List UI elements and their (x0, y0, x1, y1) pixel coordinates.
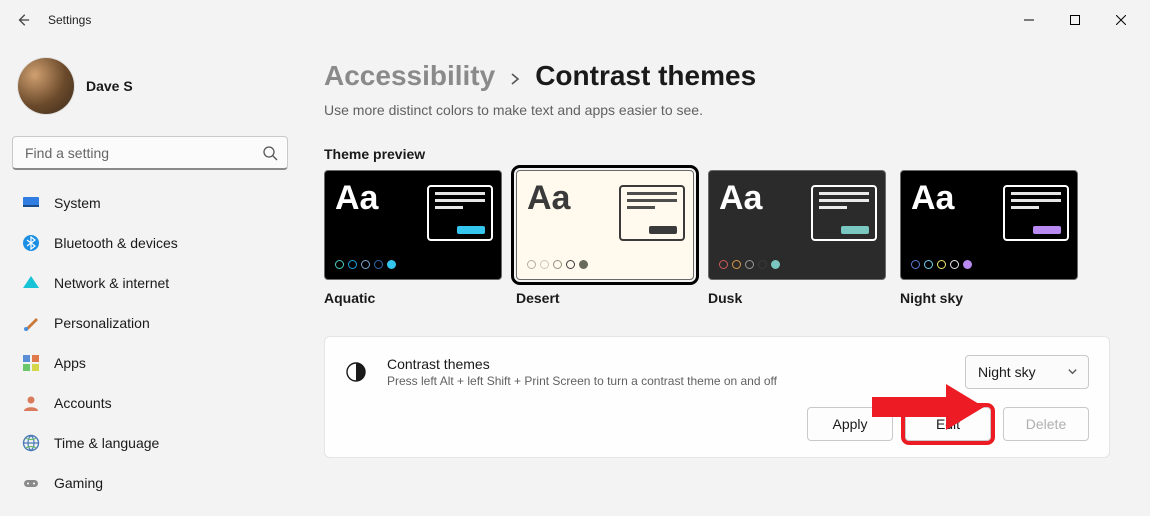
user-row[interactable]: Dave S (12, 44, 288, 136)
theme-select-value: Night sky (978, 364, 1036, 380)
theme-color-dots (527, 260, 683, 269)
nav-item-label: Bluetooth & devices (54, 235, 178, 251)
brush-icon (22, 314, 40, 332)
theme-label: Dusk (708, 290, 886, 306)
user-name: Dave S (86, 78, 133, 94)
nav-item-accounts[interactable]: Accounts (12, 384, 288, 422)
theme-label: Night sky (900, 290, 1078, 306)
apps-icon (22, 354, 40, 372)
maximize-button[interactable] (1052, 4, 1098, 36)
close-button[interactable] (1098, 4, 1144, 36)
nav-item-personalization[interactable]: Personalization (12, 304, 288, 342)
theme-window-preview (811, 185, 877, 241)
theme-card-aquatic[interactable]: Aa (324, 170, 502, 280)
search-icon (262, 145, 278, 161)
main-content: Accessibility Contrast themes Use more d… (300, 40, 1150, 516)
theme-label: Desert (516, 290, 694, 306)
nav-item-label: Gaming (54, 475, 103, 491)
bluetooth-icon (22, 234, 40, 252)
annotation-arrow (872, 384, 984, 430)
contrast-icon (345, 361, 367, 383)
nav-item-time-language[interactable]: Time & language (12, 424, 288, 462)
nav-item-label: Network & internet (54, 275, 169, 291)
wifi-icon (22, 274, 40, 292)
theme-window-preview (427, 185, 493, 241)
theme-window-preview (1003, 185, 1069, 241)
theme-grid: Aa Aquatic Aa Desert Aa Dusk Aa Night sky (324, 170, 1110, 306)
avatar (18, 58, 74, 114)
window-title: Settings (48, 13, 91, 27)
theme-color-dots (911, 260, 1067, 269)
theme-window-preview (619, 185, 685, 241)
nav-item-label: Time & language (54, 435, 159, 451)
nav-item-system[interactable]: System (12, 184, 288, 222)
chevron-right-icon (509, 69, 521, 90)
breadcrumb: Accessibility Contrast themes (324, 60, 1110, 92)
person-icon (22, 394, 40, 412)
nav-item-label: Apps (54, 355, 86, 371)
theme-color-dots (719, 260, 875, 269)
nav-item-bluetooth[interactable]: Bluetooth & devices (12, 224, 288, 262)
gamepad-icon (22, 474, 40, 492)
delete-button: Delete (1003, 407, 1089, 441)
nav-item-network[interactable]: Network & internet (12, 264, 288, 302)
theme-card-desert[interactable]: Aa (516, 170, 694, 280)
search-input[interactable] (12, 136, 288, 170)
setting-description: Press left Alt + left Shift + Print Scre… (387, 374, 945, 388)
sidebar: Dave S System Bluetooth & devices Networ… (0, 40, 300, 516)
theme-card-night-sky[interactable]: Aa (900, 170, 1078, 280)
section-label: Theme preview (324, 146, 1110, 162)
minimize-button[interactable] (1006, 4, 1052, 36)
nav: System Bluetooth & devices Network & int… (12, 184, 288, 502)
page-subtitle: Use more distinct colors to make text an… (324, 102, 1110, 118)
theme-color-dots (335, 260, 491, 269)
breadcrumb-parent[interactable]: Accessibility (324, 60, 495, 92)
nav-item-apps[interactable]: Apps (12, 344, 288, 382)
theme-card-dusk[interactable]: Aa (708, 170, 886, 280)
setting-title: Contrast themes (387, 356, 945, 372)
display-icon (22, 194, 40, 212)
globe-icon (22, 434, 40, 452)
theme-label: Aquatic (324, 290, 502, 306)
back-button[interactable] (16, 13, 30, 27)
nav-item-label: Personalization (54, 315, 150, 331)
chevron-down-icon (1067, 364, 1078, 380)
page-title: Contrast themes (535, 60, 756, 92)
title-bar: Settings (0, 0, 1150, 40)
nav-item-label: System (54, 195, 101, 211)
nav-item-label: Accounts (54, 395, 112, 411)
setting-card: Contrast themes Press left Alt + left Sh… (324, 336, 1110, 458)
nav-item-gaming[interactable]: Gaming (12, 464, 288, 502)
